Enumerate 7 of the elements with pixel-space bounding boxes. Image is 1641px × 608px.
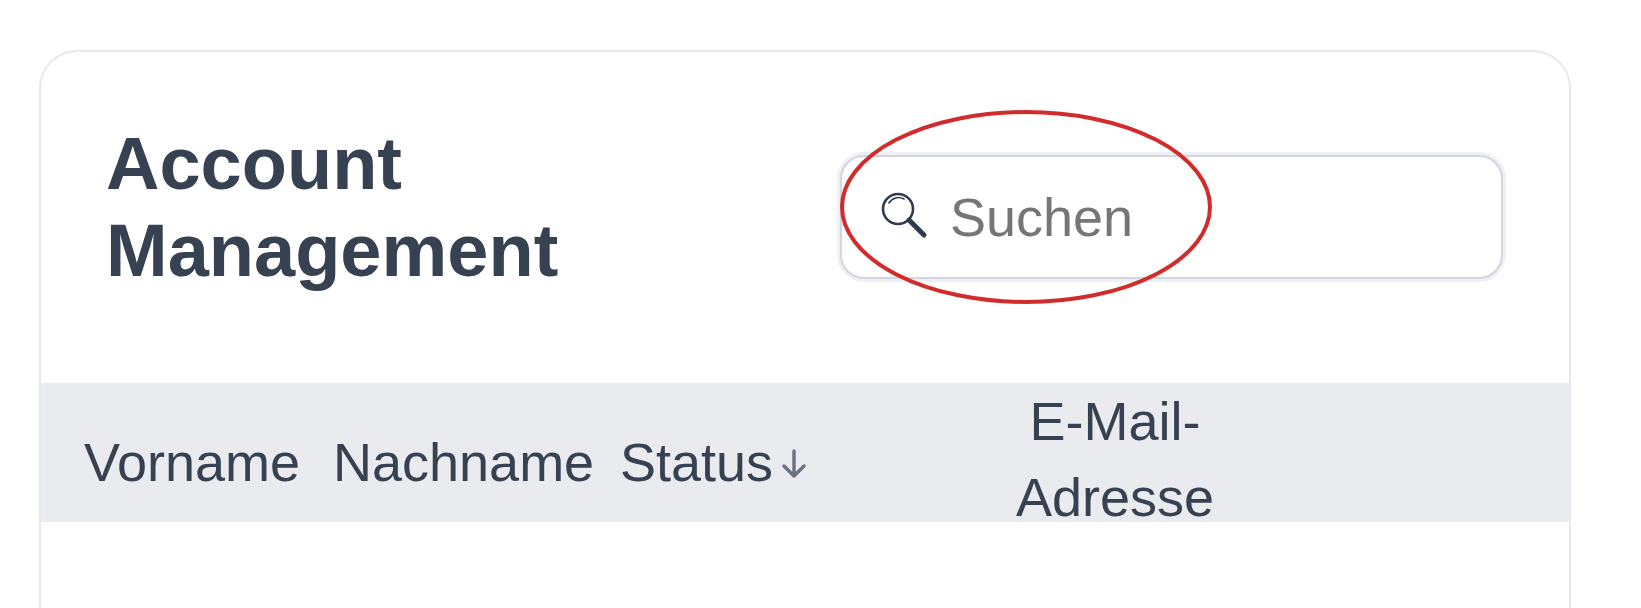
search-icon [880, 191, 928, 239]
column-header[interactable]: E-Mail-Adresse [1005, 383, 1225, 535]
column-header[interactable]: Vorname [84, 424, 333, 500]
column-header[interactable]: Status [620, 424, 1005, 500]
column-header[interactable]: Nachname [333, 424, 620, 500]
search-field[interactable]: Suchen [840, 155, 1503, 279]
page-title: Account Management [106, 121, 560, 294]
